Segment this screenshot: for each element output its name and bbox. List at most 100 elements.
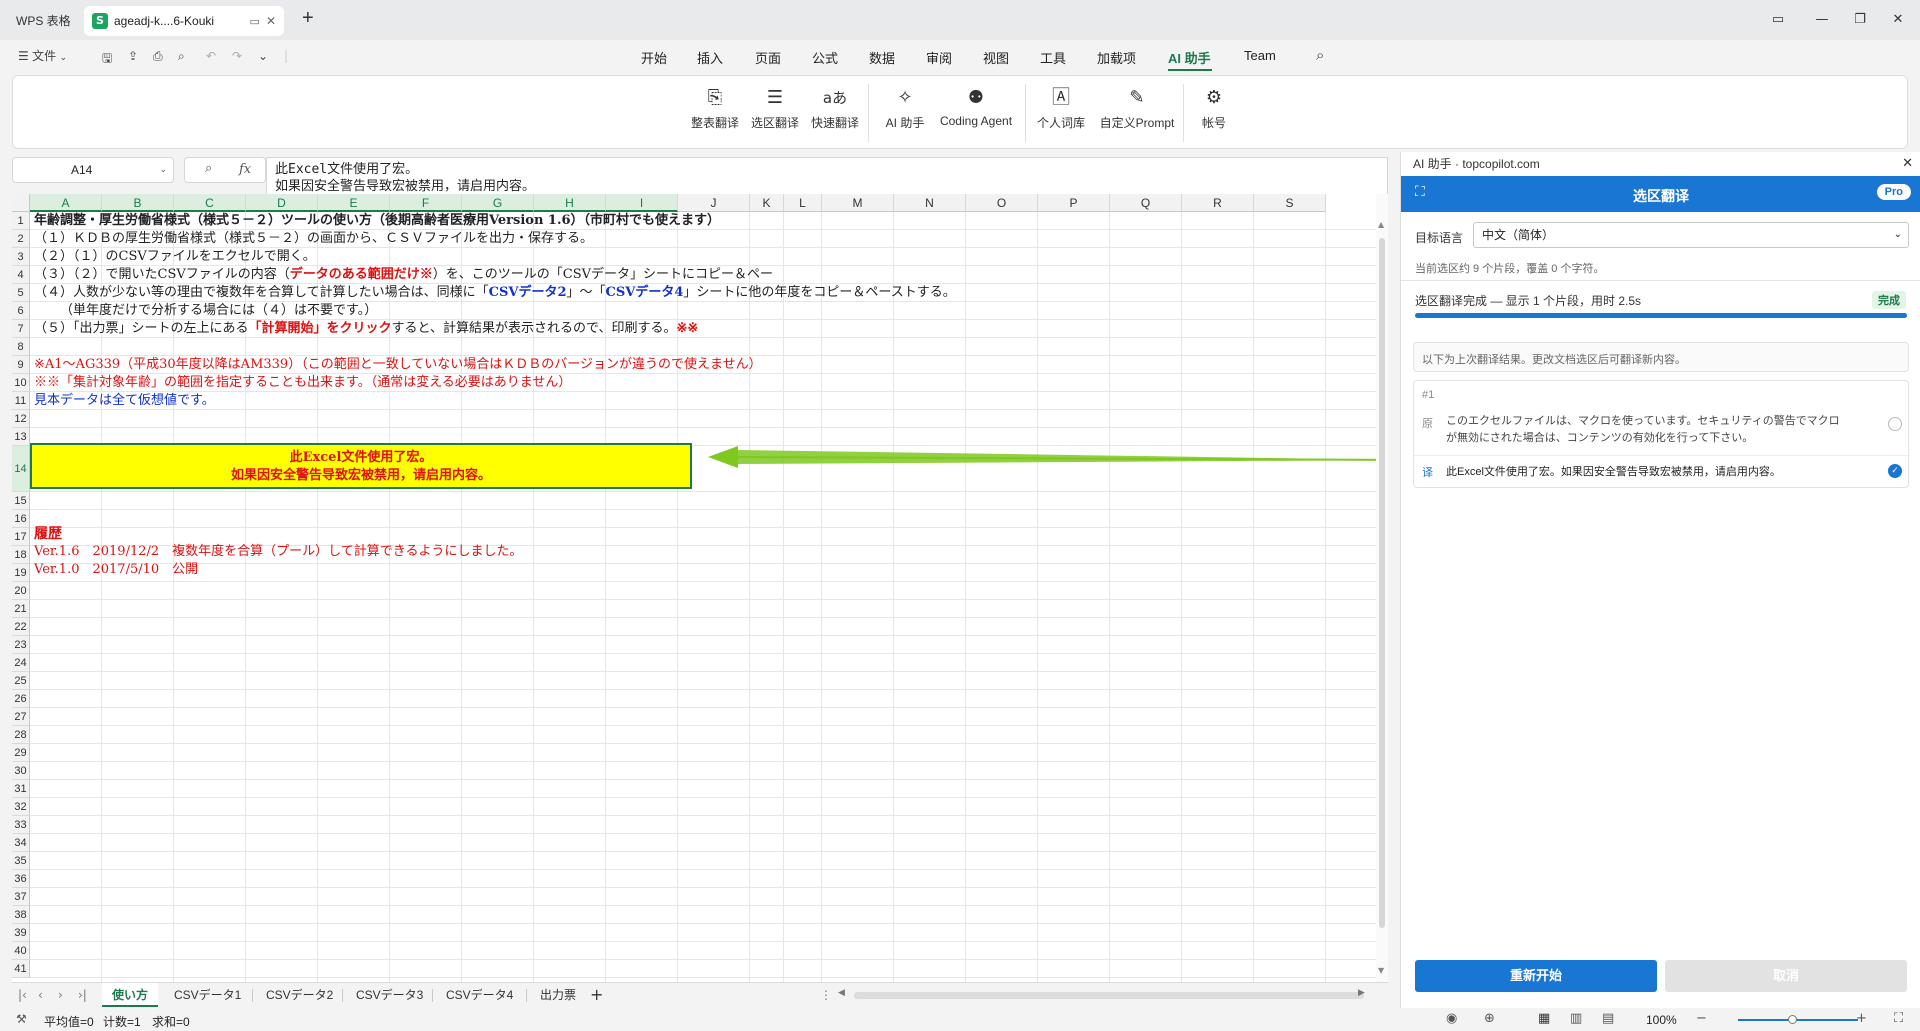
spreadsheet-grid[interactable]: ABCDEFGHIJKLMNOPQRS 1 2 3 4 5 6 7 8 9 10 11 12 13 14 1… <box>12 194 1388 982</box>
translate-sheet-button[interactable]: ⎘ 整表翻译 <box>685 86 745 131</box>
print-icon[interactable]: ⎙ <box>153 49 163 64</box>
sheet-tab-csv2[interactable]: CSVデータ2 <box>256 983 343 1007</box>
formula-input[interactable]: 此Excel文件使用了宏。 如果因安全警告导致宏被禁用，请启用内容。 <box>266 157 1388 197</box>
zoom-slider-handle[interactable] <box>1788 1015 1797 1024</box>
document-tab-title: ageadj-k....6-Kouki <box>114 14 215 28</box>
print-preview-icon[interactable]: ⌕ <box>178 49 185 64</box>
tab-data[interactable]: 数据 <box>869 48 895 67</box>
hscroll-right-icon[interactable]: ▶ <box>1358 988 1365 998</box>
scroll-down-icon[interactable]: ▼ <box>1378 966 1384 975</box>
original-radio[interactable] <box>1888 417 1902 431</box>
zoom-out-icon[interactable]: − <box>1696 1011 1707 1026</box>
translate-selection-button[interactable]: ☰ 选区翻译 <box>745 86 805 131</box>
scroll-up-icon[interactable]: ▲ <box>1378 220 1384 229</box>
target-language-select[interactable]: 中文（简体） ⌄ <box>1473 222 1909 248</box>
share-icon[interactable]: ⇪ <box>128 49 138 63</box>
document-tab[interactable]: S ageadj-k....6-Kouki ▭ ✕ <box>84 6 284 36</box>
ribbon: ⎘ 整表翻译 ☰ 选区翻译 aあ 快速翻译 ✧ AI 助手 ⚉ Coding A… <box>12 75 1908 149</box>
normal-view-icon[interactable]: ▦ <box>1538 1011 1550 1026</box>
close-panel-icon[interactable]: ✕ <box>1902 152 1913 176</box>
tab-tools[interactable]: 工具 <box>1040 48 1066 67</box>
save-icon[interactable]: 🖫 <box>102 49 112 70</box>
prev-sheet-icon[interactable]: ‹ <box>38 988 43 1002</box>
macro-status-icon[interactable]: ⚒ <box>16 1012 27 1026</box>
eye-icon[interactable]: ◉ <box>1446 1011 1457 1026</box>
translation-radio-checked[interactable]: ✓ <box>1888 464 1902 478</box>
zoom-in-icon[interactable]: + <box>1856 1011 1867 1026</box>
file-menu[interactable]: ☰ 文件 ⌄ <box>18 47 67 64</box>
tab-team[interactable]: Team <box>1244 48 1276 63</box>
panel-header: ⛶ 选区翻译 Pro <box>1401 176 1920 212</box>
translation-text: 此Excel文件使用了宏。如果因安全警告导致宏被禁用，请启用内容。 <box>1446 466 1781 478</box>
sheet-tab-usage[interactable]: 使い方 <box>102 983 159 1007</box>
ai-assistant-panel: AI 助手 · topcopilot.com ✕ ⛶ 选区翻译 Pro 目标语言… <box>1400 152 1920 1008</box>
page-layout-icon[interactable]: ▥ <box>1570 1011 1582 1026</box>
last-sheet-icon[interactable]: ›| <box>78 988 87 1002</box>
zoom-slider[interactable] <box>1738 1019 1858 1021</box>
redo-icon[interactable]: ↷ <box>232 49 242 63</box>
personal-dictionary-label: 个人词库 <box>1036 116 1085 130</box>
chevron-down-icon: ⌄ <box>59 53 68 63</box>
translation-result-card[interactable]: #1 原 このエクセルファイルは、マクロを使っています。セキュリティの警告でマク… <box>1413 380 1910 488</box>
sheet-tab-output[interactable]: 出力票 <box>530 983 586 1007</box>
coding-agent-button[interactable]: ⚉ Coding Agent <box>931 86 1021 128</box>
original-tag: 原 <box>1422 418 1433 430</box>
zoom-level[interactable]: 100% <box>1646 1013 1677 1027</box>
undo-icon[interactable]: ↶ <box>206 49 216 63</box>
custom-prompt-button[interactable]: ✎ 自定义Prompt <box>1095 86 1179 131</box>
account-button[interactable]: ⚙ 帐号 <box>1189 86 1239 131</box>
horizontal-scrollbar[interactable] <box>854 992 1364 999</box>
page-break-icon[interactable]: ▤ <box>1602 1011 1614 1026</box>
more-icon[interactable]: ⌄ <box>258 49 268 63</box>
search-icon[interactable]: ⌕ <box>1316 46 1324 64</box>
restart-button[interactable]: 重新开始 <box>1415 960 1657 992</box>
next-sheet-icon[interactable]: › <box>58 988 63 1002</box>
tab-ai-assistant[interactable]: AI 助手 <box>1168 48 1211 67</box>
tab-insert[interactable]: 插入 <box>697 48 723 67</box>
translate-selection-label: 选区翻译 <box>750 116 799 130</box>
cell-focus-icon[interactable]: ⊕ <box>1484 1011 1495 1026</box>
quick-translate-button[interactable]: aあ 快速翻译 <box>805 86 865 131</box>
result-index: #1 <box>1422 389 1435 401</box>
close-tab-icon[interactable]: ✕ <box>266 14 276 28</box>
fullscreen-icon[interactable]: ⛶ <box>1894 1011 1903 1026</box>
original-text: このエクセルファイルは、マクロを使っています。セキュリティの警告でマクロ が無効… <box>1446 413 1876 447</box>
close-window-icon[interactable]: ✕ <box>1888 10 1908 30</box>
cancel-button[interactable]: 取消 <box>1665 960 1907 992</box>
minimize-icon[interactable]: — <box>1812 10 1832 30</box>
tabs-more-icon[interactable]: ⋮ <box>820 988 832 1002</box>
app-home-tab[interactable]: WPS 表格 <box>6 8 81 34</box>
sheet-tab-csv3[interactable]: CSVデータ3 <box>346 983 433 1007</box>
ai-sparkle-icon: ✧ <box>897 87 913 108</box>
add-sheet-icon[interactable]: + <box>590 985 603 1004</box>
first-sheet-icon[interactable]: |‹ <box>18 988 27 1002</box>
translate-selection-icon: ☰ <box>766 87 784 108</box>
fx-icon[interactable]: fx <box>239 162 251 177</box>
sheet-tab-csv1[interactable]: CSVデータ1 <box>164 983 251 1007</box>
monitor-icon[interactable]: ▭ <box>250 15 260 28</box>
tab-addins[interactable]: 加载项 <box>1097 48 1136 67</box>
spreadsheet-icon: S <box>92 13 108 29</box>
tab-page[interactable]: 页面 <box>755 48 781 67</box>
name-box[interactable]: A14 ⌄ <box>12 157 174 183</box>
vertical-scrollbar[interactable]: ▲ ▼ <box>1376 194 1388 982</box>
tab-view[interactable]: 视图 <box>983 48 1009 67</box>
scroll-thumb[interactable] <box>1379 238 1385 928</box>
personal-dictionary-button[interactable]: 🄰 个人词库 <box>1031 86 1091 131</box>
tab-formula[interactable]: 公式 <box>812 48 838 67</box>
section-divider <box>1401 280 1920 281</box>
selection-info: 当前选区约 9 个片段，覆盖 0 个字符。 <box>1415 263 1605 275</box>
ai-assistant-button[interactable]: ✧ AI 助手 <box>875 86 935 131</box>
zoom-formula-icon[interactable]: ⌕ <box>205 161 212 176</box>
layout-icon[interactable]: ▭ <box>1768 10 1788 30</box>
hscroll-left-icon[interactable]: ◀ <box>838 988 845 998</box>
pro-badge[interactable]: Pro <box>1876 184 1911 200</box>
new-tab-button[interactable]: + <box>302 7 314 30</box>
translation-progress-fill <box>1415 313 1907 318</box>
restore-icon[interactable]: ❐ <box>1850 10 1870 30</box>
chevron-down-icon[interactable]: ⌄ <box>159 158 167 182</box>
tab-home[interactable]: 开始 <box>641 48 667 67</box>
panel-window-title: AI 助手 · topcopilot.com ✕ <box>1401 152 1920 176</box>
sheet-tab-csv4[interactable]: CSVデータ4 <box>436 983 523 1007</box>
tab-review[interactable]: 审阅 <box>926 48 952 67</box>
